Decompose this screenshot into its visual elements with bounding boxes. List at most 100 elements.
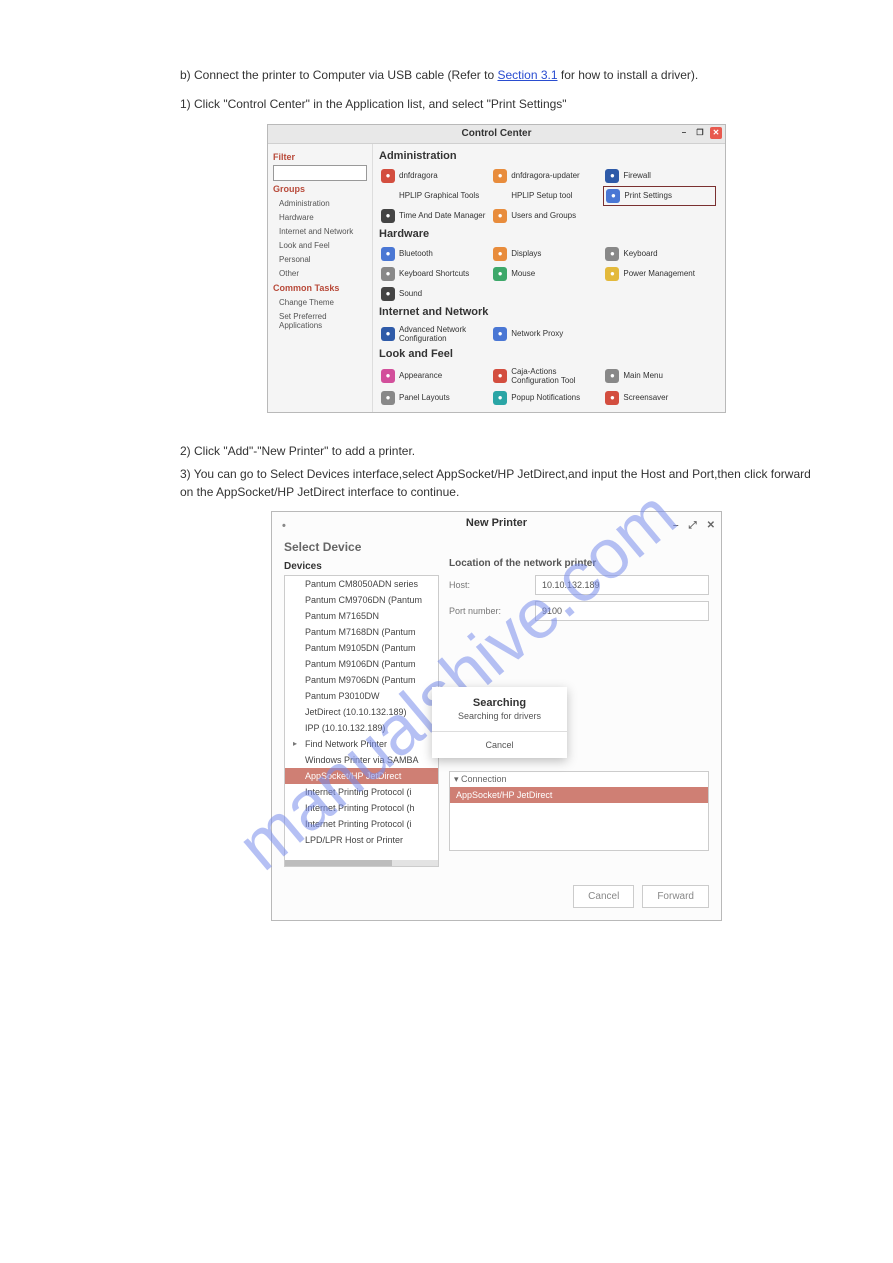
cc-tile[interactable]: ●Keyboard Shortcuts <box>379 264 491 284</box>
sidebar-task-item[interactable]: Set Preferred Applications <box>279 312 367 330</box>
tile-label: Firewall <box>623 171 651 180</box>
device-item[interactable]: Pantum M9706DN (Pantum <box>285 672 438 688</box>
tile-icon: ● <box>605 369 619 383</box>
sidebar-item[interactable]: Internet and Network <box>279 227 367 236</box>
cancel-button[interactable]: Cancel <box>573 885 634 908</box>
section-heading: Internet and Network <box>379 306 719 318</box>
device-item[interactable]: Internet Printing Protocol (i <box>285 816 438 832</box>
device-item[interactable]: Pantum M9105DN (Pantum <box>285 640 438 656</box>
devices-list[interactable]: Pantum CM8050ADN seriesPantum CM9706DN (… <box>284 575 439 867</box>
tile-icon: ● <box>381 169 395 183</box>
minimize-icon[interactable]: – <box>673 515 679 537</box>
maximize-icon[interactable]: ❐ <box>694 127 706 139</box>
forward-button[interactable]: Forward <box>642 885 709 908</box>
cc-tile[interactable]: ● dnfdragora <box>379 166 491 186</box>
device-item[interactable]: Find Network Printer <box>285 736 438 752</box>
cc-tile[interactable]: ●Users and Groups <box>491 206 603 226</box>
section-heading: Hardware <box>379 228 719 240</box>
tile-label: dnfdragora <box>399 171 438 180</box>
tile-icon: ● <box>493 209 507 223</box>
tile-icon: ● <box>605 391 619 405</box>
tile-icon: ● <box>605 247 619 261</box>
sidebar-item[interactable]: Personal <box>279 255 367 264</box>
tile-label: Main Menu <box>623 371 663 380</box>
tile-icon: ● <box>493 247 507 261</box>
cc-tile[interactable]: HPLIP Setup tool <box>491 186 603 206</box>
cc-tile[interactable]: ●Power Management <box>603 264 715 284</box>
tile-label: Keyboard <box>623 249 657 258</box>
cc-tile[interactable]: ●Bluetooth <box>379 244 491 264</box>
device-item[interactable]: LPD/LPR Host or Printer <box>285 832 438 848</box>
device-item[interactable]: Pantum CM9706DN (Pantum <box>285 592 438 608</box>
tile-label: Bluetooth <box>399 249 433 258</box>
cc-tile[interactable]: ●Screensaver <box>603 388 715 408</box>
cc-tile[interactable]: ●Popup Notifications <box>491 388 603 408</box>
cc-tile[interactable]: ●Network Proxy <box>491 322 603 346</box>
sidebar-item[interactable]: Look and Feel <box>279 241 367 250</box>
minimize-icon[interactable]: – <box>678 127 690 139</box>
popup-title: Searching <box>432 687 567 711</box>
maximize-icon[interactable]: ⤢ <box>689 515 697 537</box>
doc-line-1: b) Connect the printer to Computer via U… <box>180 67 813 84</box>
tile-icon: ● <box>493 369 507 383</box>
np-titlebar: • New Printer – ⤢ ✕ <box>272 512 721 534</box>
tile-icon <box>381 189 395 203</box>
device-item[interactable]: Pantum M9106DN (Pantum <box>285 656 438 672</box>
cc-tile[interactable]: ●Firewall <box>603 166 715 186</box>
sidebar-item[interactable]: Administration <box>279 199 367 208</box>
groups-heading: Groups <box>273 184 367 194</box>
close-icon[interactable]: ✕ <box>710 127 722 139</box>
cc-tile[interactable]: ● Main Menu <box>603 364 715 388</box>
searching-popup: Searching Searching for drivers Cancel <box>432 687 567 758</box>
cc-title: Control Center <box>462 128 532 139</box>
device-item[interactable]: IPP (10.10.132.189) <box>285 720 438 736</box>
sidebar-item[interactable]: Hardware <box>279 213 367 222</box>
tile-label: Caja-Actions Configuration Tool <box>511 367 601 385</box>
popup-cancel-button[interactable]: Cancel <box>432 731 567 758</box>
device-item[interactable]: AppSocket/HP JetDirect <box>285 768 438 784</box>
sidebar-item[interactable]: Other <box>279 269 367 278</box>
tile-label: dnfdragora-updater <box>511 171 580 180</box>
tile-label: HPLIP Graphical Tools <box>399 191 479 200</box>
cc-tile[interactable]: HPLIP Graphical Tools <box>379 186 491 206</box>
cc-tile[interactable]: ●Appearance <box>379 364 491 388</box>
cc-tile[interactable]: ●Mouse <box>491 264 603 284</box>
tile-label: Print Settings <box>624 191 672 200</box>
cc-tile[interactable]: ●Time And Date Manager <box>379 206 491 226</box>
connection-box: Connection AppSocket/HP JetDirect <box>449 771 709 851</box>
cc-tile[interactable]: ●dnfdragora-updater <box>491 166 603 186</box>
tile-icon: ● <box>493 391 507 405</box>
filter-input[interactable] <box>273 165 367 181</box>
new-printer-window: • New Printer – ⤢ ✕ Select Device Device… <box>271 511 722 921</box>
tile-icon: ● <box>606 189 620 203</box>
device-item[interactable]: Pantum P3010DW <box>285 688 438 704</box>
device-item[interactable]: Pantum CM8050ADN series <box>285 576 438 592</box>
common-tasks-heading: Common Tasks <box>273 283 367 293</box>
section-link[interactable]: Section 3.1 <box>497 68 557 82</box>
filter-heading: Filter <box>273 152 367 162</box>
device-item[interactable]: Windows Printer via SAMBA <box>285 752 438 768</box>
cc-tile[interactable]: ● Keyboard <box>603 244 715 264</box>
devices-scrollbar[interactable] <box>285 860 438 866</box>
cc-tile[interactable]: ● Print Settings <box>603 186 715 206</box>
host-input[interactable] <box>535 575 709 595</box>
cc-tile[interactable]: ● Caja-Actions Configuration Tool <box>491 364 603 388</box>
cc-tile[interactable]: ●Panel Layouts <box>379 388 491 408</box>
cc-tile[interactable]: ●Displays <box>491 244 603 264</box>
cc-main: Administration●dnfdragora●dnfdragora-upd… <box>373 144 725 412</box>
device-item[interactable]: JetDirect (10.10.132.189) <box>285 704 438 720</box>
close-icon[interactable]: ✕ <box>707 515 715 537</box>
tile-icon: ● <box>381 267 395 281</box>
cc-tile[interactable]: ●Advanced Network Configuration <box>379 322 491 346</box>
device-item[interactable]: Pantum M7165DN <box>285 608 438 624</box>
device-item[interactable]: Internet Printing Protocol (i <box>285 784 438 800</box>
cc-tile[interactable]: ●Sound <box>379 284 491 304</box>
connection-item[interactable]: AppSocket/HP JetDirect <box>450 787 708 803</box>
tile-label: Network Proxy <box>511 329 563 338</box>
device-item[interactable]: Pantum M7168DN (Pantum <box>285 624 438 640</box>
tile-label: Mouse <box>511 269 535 278</box>
sidebar-task-item[interactable]: Change Theme <box>279 298 367 307</box>
device-item[interactable]: Internet Printing Protocol (h <box>285 800 438 816</box>
popup-text: Searching for drivers <box>432 711 567 731</box>
port-input[interactable] <box>535 601 709 621</box>
